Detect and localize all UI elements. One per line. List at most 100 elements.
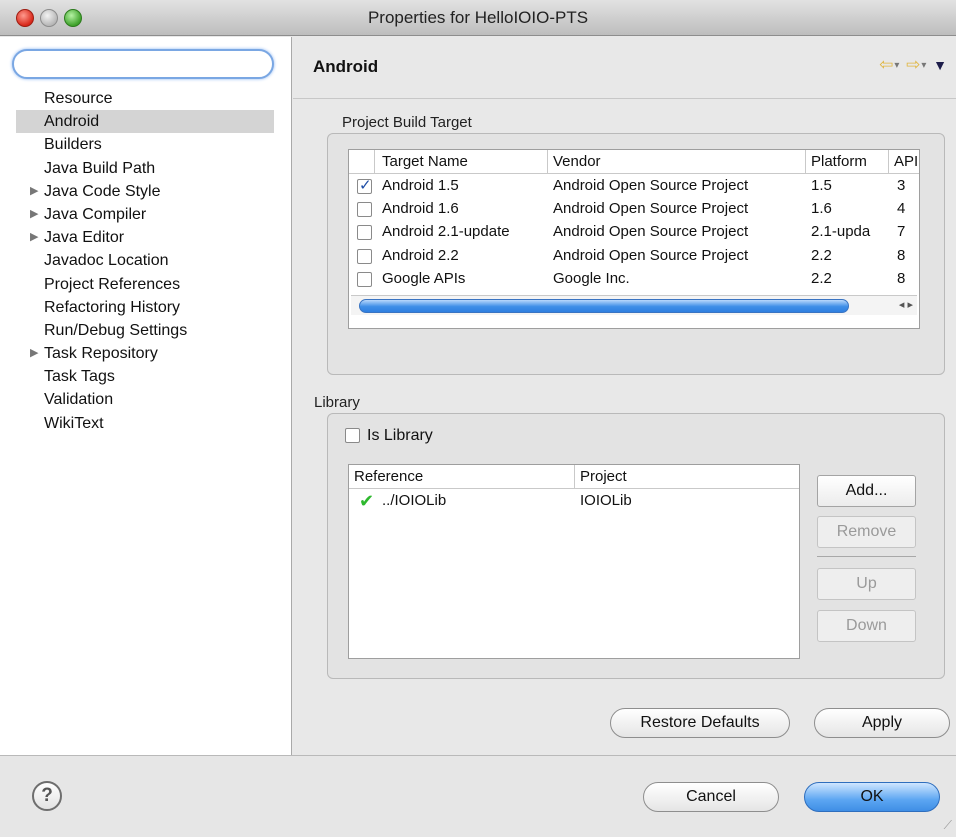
- library-references-table: Reference Project ✔ ../IOIOLib IOIOLib: [348, 464, 800, 659]
- target-checkbox[interactable]: [357, 202, 372, 218]
- is-library-label: Is Library: [367, 427, 433, 444]
- target-platform-cell: 1.6: [811, 200, 832, 218]
- build-target-table: Target Name Vendor Platform API Android …: [348, 149, 920, 329]
- target-name-cell: Android 2.2: [382, 246, 459, 264]
- is-library-checkbox[interactable]: [345, 428, 360, 443]
- scrollbar-thumb[interactable]: [359, 299, 849, 313]
- sidebar-item-android[interactable]: Android: [16, 110, 274, 134]
- column-header-project[interactable]: Project: [580, 468, 627, 485]
- build-target-table-header: Target Name Vendor Platform API: [349, 150, 919, 174]
- target-checkbox[interactable]: [357, 176, 372, 194]
- page-history-controls: ⇦▾ ⇨▾ ▼: [879, 55, 948, 75]
- property-pages-list: Resource Android Builders Java Build Path ▶ J…: [16, 87, 274, 435]
- down-button[interactable]: Down: [817, 610, 916, 642]
- target-api-cell: 4: [897, 200, 906, 218]
- sidebar-item-task-tags[interactable]: Task Tags: [16, 365, 274, 388]
- target-api-cell: 8: [897, 246, 906, 264]
- sidebar-item-label: Java Code Style: [44, 182, 161, 200]
- target-platform-cell: 2.1-upda: [811, 223, 871, 241]
- sidebar-item-resource[interactable]: Resource: [16, 87, 274, 110]
- column-header-reference[interactable]: Reference: [354, 468, 423, 485]
- target-name-cell: Android 1.5: [382, 177, 459, 194]
- back-dropdown-icon[interactable]: ▾: [894, 60, 900, 71]
- expand-triangle-icon[interactable]: ▶: [30, 180, 38, 203]
- target-api-cell: 7: [897, 223, 906, 241]
- back-arrow-icon[interactable]: ⇦: [879, 55, 894, 74]
- column-separator: [574, 465, 575, 489]
- sidebar-item-label: Project References: [44, 275, 181, 293]
- resize-grip-icon[interactable]: ⟋: [944, 818, 952, 833]
- sidebar-item-label: WikiText: [44, 414, 104, 432]
- forward-arrow-icon[interactable]: ⇨: [906, 55, 921, 74]
- sidebar-item-java-compiler[interactable]: ▶ Java Compiler: [16, 203, 274, 226]
- column-separator: [374, 150, 375, 174]
- add-button[interactable]: Add...: [817, 475, 916, 507]
- sidebar-item-refactoring-history[interactable]: Refactoring History: [16, 296, 274, 319]
- sidebar-item-javadoc-location[interactable]: Javadoc Location: [16, 249, 274, 272]
- sidebar-item-label: Validation: [44, 391, 114, 409]
- column-header-api[interactable]: API: [894, 153, 918, 170]
- remove-button[interactable]: Remove: [817, 516, 916, 548]
- table-row[interactable]: Google APIs Google Inc. 2.2 8: [349, 268, 919, 291]
- column-header-platform[interactable]: Platform: [811, 153, 867, 170]
- scroll-arrows[interactable]: ◂ ▸: [899, 298, 913, 311]
- target-vendor-cell: Android Open Source Project: [553, 246, 749, 264]
- target-name-cell: Android 2.1-update: [382, 223, 510, 241]
- table-row[interactable]: ✔ ../IOIOLib IOIOLib: [349, 490, 799, 513]
- expand-triangle-icon[interactable]: ▶: [30, 342, 38, 365]
- sidebar-item-label: Task Tags: [44, 368, 115, 386]
- target-checkbox[interactable]: [357, 271, 372, 287]
- apply-button[interactable]: Apply: [814, 708, 950, 738]
- target-platform-cell: 1.5: [811, 177, 832, 194]
- sidebar-item-builders[interactable]: Builders: [16, 133, 274, 156]
- cancel-button[interactable]: Cancel: [643, 782, 779, 812]
- sidebar-item-project-references[interactable]: Project References: [16, 273, 274, 296]
- restore-defaults-button[interactable]: Restore Defaults: [610, 708, 790, 738]
- property-pages-sidebar: Resource Android Builders Java Build Path ▶ J…: [0, 37, 292, 755]
- expand-triangle-icon[interactable]: ▶: [30, 226, 38, 249]
- sidebar-item-java-code-style[interactable]: ▶ Java Code Style: [16, 180, 274, 203]
- sidebar-item-label: Builders: [44, 136, 102, 154]
- check-icon: ✔: [359, 491, 375, 511]
- android-properties-page: Android ⇦▾ ⇨▾ ▼ Project Build Target Tar…: [293, 37, 956, 755]
- library-table-header: Reference Project: [349, 465, 799, 489]
- library-group-label: Library: [314, 394, 360, 411]
- sidebar-item-label: Android: [44, 113, 100, 131]
- table-row[interactable]: Android 2.2 Android Open Source Project 2.…: [349, 245, 919, 268]
- forward-dropdown-icon[interactable]: ▾: [921, 60, 927, 71]
- table-row[interactable]: Android 1.6 Android Open Source Project 1.…: [349, 198, 919, 221]
- target-name-cell: Android 1.6: [382, 200, 459, 218]
- button-separator: [817, 556, 916, 557]
- help-icon[interactable]: ?: [32, 781, 62, 811]
- column-header-target-name[interactable]: Target Name: [382, 153, 468, 170]
- horizontal-scrollbar[interactable]: ◂ ▸: [351, 295, 917, 315]
- ok-button[interactable]: OK: [804, 782, 940, 812]
- column-separator: [888, 150, 889, 174]
- window-title: Properties for HelloIOIO-PTS: [367, 8, 589, 27]
- reference-cell: ../IOIOLib: [382, 492, 447, 509]
- sidebar-item-task-repository[interactable]: ▶ Task Repository: [16, 342, 274, 365]
- sidebar-item-run-debug-settings[interactable]: Run/Debug Settings: [16, 319, 274, 342]
- expand-triangle-icon[interactable]: ▶: [30, 203, 38, 226]
- sidebar-item-java-editor[interactable]: ▶ Java Editor: [16, 226, 274, 249]
- target-name-cell: Google APIs: [382, 269, 466, 287]
- page-title: Android: [313, 57, 379, 76]
- column-header-vendor[interactable]: Vendor: [553, 153, 601, 170]
- sidebar-item-validation[interactable]: Validation: [16, 388, 274, 411]
- table-row[interactable]: Android 1.5 Android Open Source Project 1.…: [349, 175, 919, 198]
- sidebar-item-wikitext[interactable]: WikiText: [16, 412, 274, 435]
- table-row[interactable]: Android 2.1-update Android Open Source Pr…: [349, 221, 919, 244]
- project-cell: IOIOLib: [580, 492, 632, 509]
- title-bar: Properties for HelloIOIO-PTS: [0, 0, 956, 36]
- sidebar-item-java-build-path[interactable]: Java Build Path: [16, 157, 274, 180]
- filter-input[interactable]: [12, 49, 274, 79]
- target-api-cell: 3: [897, 177, 906, 194]
- target-checkbox[interactable]: [357, 225, 372, 241]
- up-button[interactable]: Up: [817, 568, 916, 600]
- build-target-group-label: Project Build Target: [342, 114, 472, 131]
- target-checkbox[interactable]: [357, 248, 372, 264]
- is-library-checkbox-row[interactable]: Is Library: [345, 427, 433, 445]
- sidebar-item-label: Java Compiler: [44, 205, 147, 223]
- target-platform-cell: 2.2: [811, 246, 832, 264]
- view-menu-icon[interactable]: ▼: [933, 57, 948, 73]
